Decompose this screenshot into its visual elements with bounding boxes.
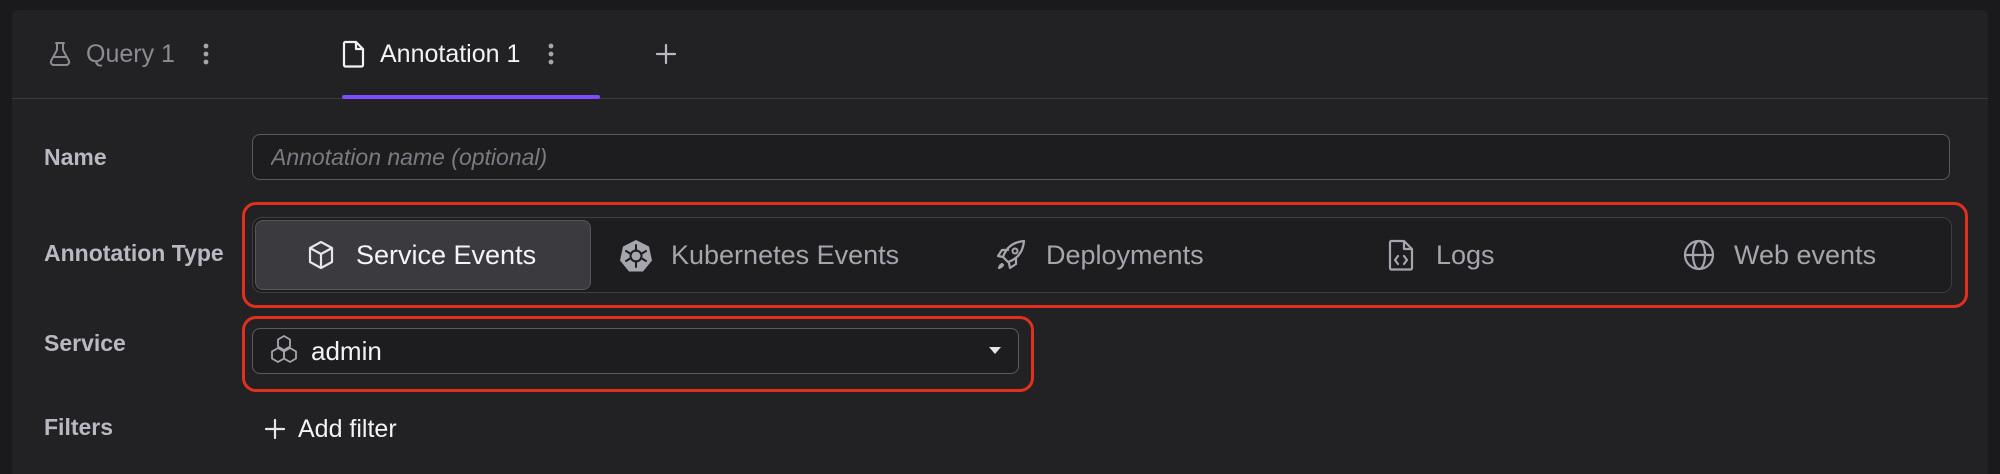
- tab-query-1[interactable]: Query 1: [46, 10, 211, 98]
- annotation-type-label: Annotation Type: [44, 240, 224, 266]
- filters-label: Filters: [44, 414, 114, 440]
- add-filter-button[interactable]: Add filter: [262, 412, 397, 446]
- tab-label: Annotation 1: [380, 39, 521, 68]
- annotation-type-highlight: [242, 202, 1968, 308]
- annotation-name-input[interactable]: [252, 134, 1950, 180]
- file-icon: [340, 40, 368, 68]
- tab-menu-icon[interactable]: [201, 40, 211, 68]
- name-label: Name: [44, 144, 107, 170]
- add-filter-label: Add filter: [298, 414, 397, 443]
- service-highlight: [242, 316, 1034, 392]
- tab-menu-icon[interactable]: [546, 40, 556, 68]
- plus-icon: [262, 416, 288, 442]
- active-tab-indicator: [342, 95, 600, 99]
- flask-icon: [46, 40, 74, 68]
- tab-bar: Query 1 Annotation 1: [12, 10, 1988, 99]
- add-tab-button[interactable]: [652, 40, 680, 68]
- service-label: Service: [44, 330, 126, 356]
- tab-annotation-1[interactable]: Annotation 1: [340, 10, 600, 99]
- tab-label: Query 1: [86, 39, 175, 68]
